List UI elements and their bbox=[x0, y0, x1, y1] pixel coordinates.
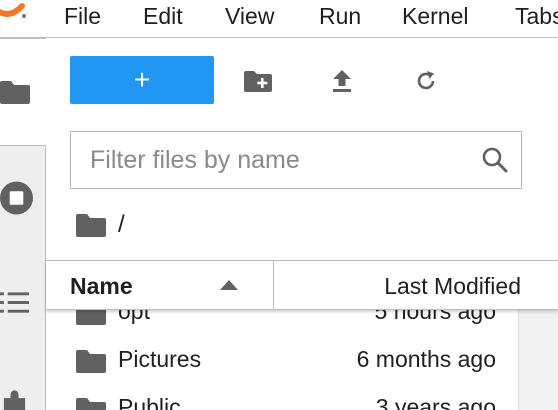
item-last-modified: 5 hours ago bbox=[374, 310, 496, 324]
menu-kernel[interactable]: Kernel bbox=[402, 2, 468, 30]
breadcrumb: / bbox=[76, 210, 125, 240]
breadcrumb-path[interactable]: / bbox=[118, 211, 125, 239]
list-item[interactable]: Public 3 years ago bbox=[46, 382, 518, 410]
new-launcher-button[interactable]: + bbox=[70, 56, 214, 104]
column-header-last-modified[interactable]: Last Modified bbox=[384, 273, 521, 300]
jupyterlab-window: File Edit View Run Kernel Tabs + Filter … bbox=[0, 0, 558, 410]
folder-icon bbox=[76, 310, 106, 325]
item-name: Pictures bbox=[118, 346, 202, 372]
refresh-button[interactable] bbox=[410, 66, 442, 96]
menu-tabs[interactable]: Tabs bbox=[515, 2, 558, 30]
sidebar-tab-extensions[interactable] bbox=[0, 382, 45, 410]
folder-icon bbox=[76, 350, 106, 373]
item-name: Public bbox=[118, 394, 181, 410]
folder-icon bbox=[0, 81, 30, 104]
sidebar-tab-running[interactable] bbox=[0, 168, 45, 228]
home-folder-icon[interactable] bbox=[76, 213, 106, 237]
menu-view[interactable]: View bbox=[225, 2, 274, 30]
item-last-modified: 6 months ago bbox=[356, 346, 496, 372]
file-browser-panel: + Filter files by name / Name Last Modif… bbox=[46, 38, 558, 410]
sidebar-tab-file-browser[interactable] bbox=[0, 38, 46, 146]
list-icon bbox=[0, 292, 29, 313]
listing-header: Name Last Modified bbox=[46, 260, 558, 310]
refresh-icon bbox=[417, 71, 435, 90]
file-listing: opt 5 hours ago Pictures 6 months ago Pu… bbox=[46, 310, 558, 410]
menu-bar: File Edit View Run Kernel Tabs bbox=[0, 0, 558, 38]
search-icon[interactable] bbox=[481, 146, 509, 174]
menu-edit[interactable]: Edit bbox=[143, 2, 183, 30]
item-name: opt bbox=[118, 310, 150, 324]
sidebar-tab-commands[interactable] bbox=[0, 278, 45, 328]
menu-file[interactable]: File bbox=[64, 2, 101, 30]
sort-ascending-icon bbox=[220, 280, 238, 290]
menu-run[interactable]: Run bbox=[319, 2, 361, 30]
column-header-name[interactable]: Name bbox=[70, 273, 133, 300]
upload-icon bbox=[333, 70, 351, 92]
file-list: opt 5 hours ago Pictures 6 months ago Pu… bbox=[46, 310, 518, 410]
item-last-modified: 3 years ago bbox=[375, 394, 496, 410]
new-folder-button[interactable] bbox=[242, 66, 274, 96]
new-folder-icon bbox=[244, 71, 272, 92]
list-item[interactable]: Pictures 6 months ago bbox=[46, 334, 518, 382]
filter-box bbox=[70, 131, 522, 189]
column-resize-handle[interactable] bbox=[273, 261, 274, 309]
listing-scrollbar[interactable] bbox=[518, 310, 558, 410]
list-item[interactable]: opt 5 hours ago bbox=[46, 310, 518, 334]
running-stop-icon bbox=[0, 181, 33, 215]
folder-icon bbox=[76, 398, 106, 410]
upload-button[interactable] bbox=[326, 66, 358, 96]
jupyter-logo-icon bbox=[0, 3, 26, 18]
filter-files-input[interactable] bbox=[71, 132, 471, 188]
left-sidebar bbox=[0, 38, 46, 410]
puzzle-icon bbox=[3, 390, 26, 410]
plus-label: + bbox=[133, 64, 151, 95]
